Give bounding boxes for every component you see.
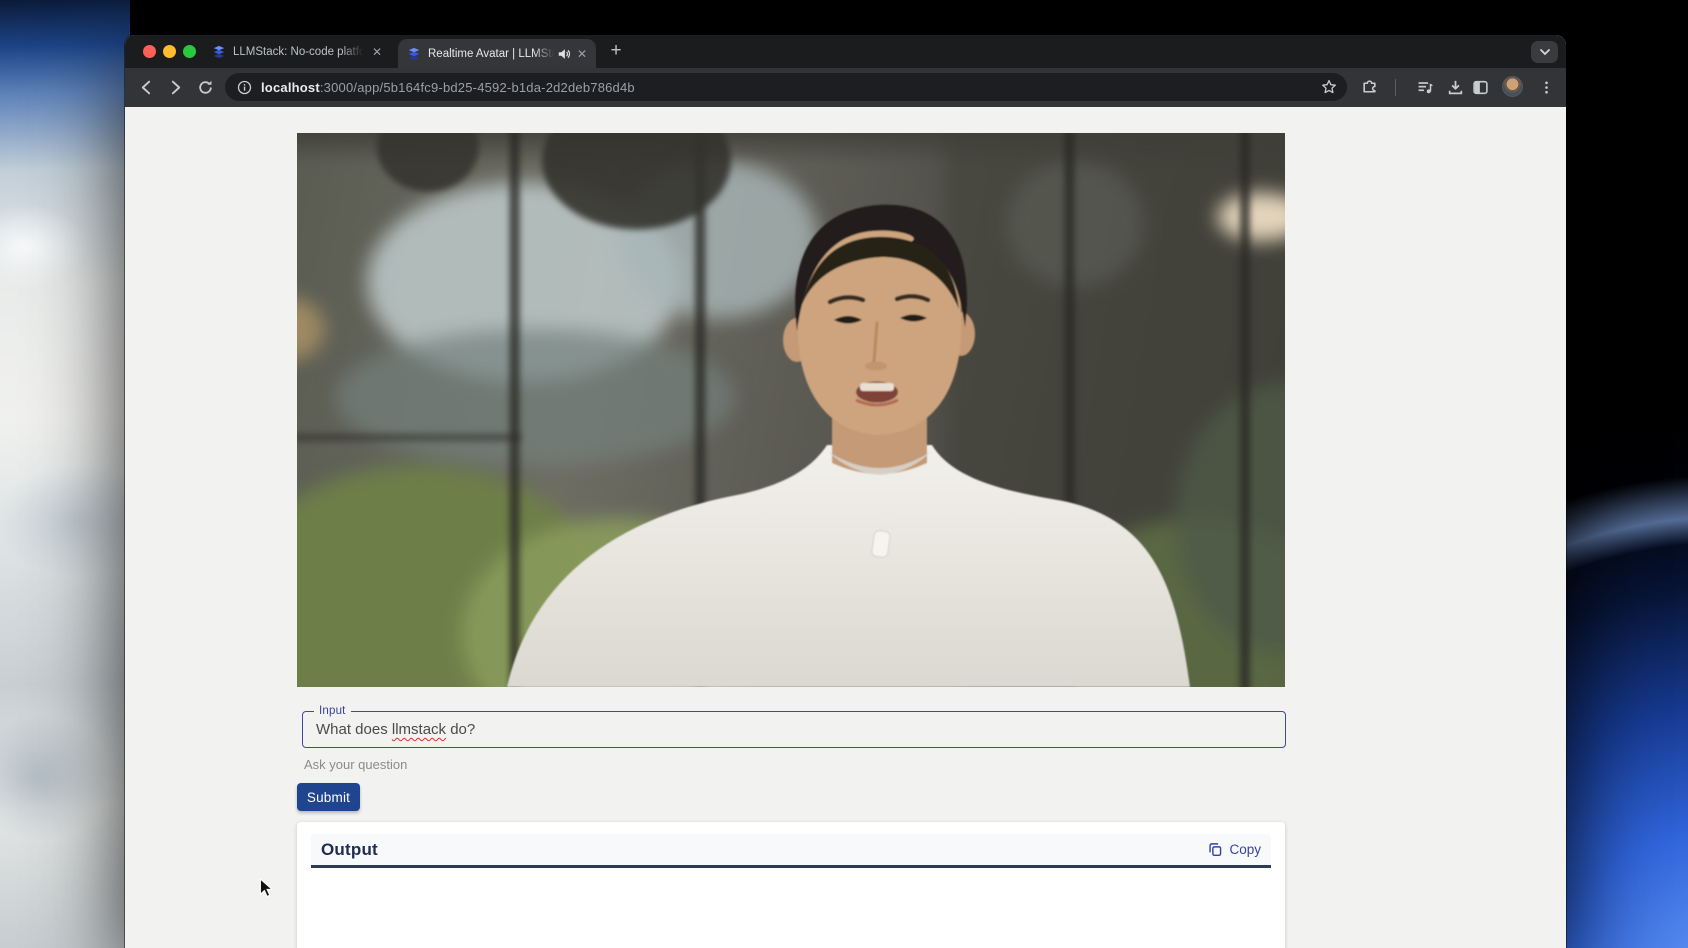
- tab-llmstack-home[interactable]: LLMStack: No-code platform ✕: [203, 35, 391, 68]
- realtime-avatar-video[interactable]: [297, 133, 1285, 687]
- output-card: Output Copy: [297, 822, 1285, 948]
- address-bar[interactable]: localhost:3000/app/5b164fc9-bd25-4592-b1…: [225, 73, 1347, 101]
- close-window-button[interactable]: [143, 45, 156, 58]
- menu-kebab-icon[interactable]: [1534, 75, 1558, 99]
- extensions-icon[interactable]: [1357, 75, 1381, 99]
- input-helper-text: Ask your question: [304, 757, 407, 772]
- tab-overflow-button[interactable]: [1531, 41, 1558, 63]
- tab-title: Realtime Avatar | LLMStac: [428, 48, 557, 60]
- toolbar-separator: [1395, 79, 1396, 96]
- new-tab-button[interactable]: +: [603, 37, 629, 65]
- output-header: Output Copy: [311, 834, 1271, 868]
- reload-button[interactable]: [193, 75, 217, 99]
- question-input[interactable]: Input What does llmstack do?: [302, 711, 1286, 748]
- chevron-down-icon: [1539, 48, 1551, 56]
- tab-realtime-avatar[interactable]: Realtime Avatar | LLMStac ✕: [398, 39, 596, 68]
- submit-button[interactable]: Submit: [297, 783, 360, 811]
- tab-audio-icon[interactable]: [557, 47, 571, 61]
- input-value-misspelled-word: llmstack: [392, 721, 446, 738]
- llmstack-logo-icon: [407, 47, 421, 61]
- output-title: Output: [321, 840, 378, 860]
- profile-avatar[interactable]: [1502, 76, 1523, 97]
- earth-surface-image: [0, 0, 130, 948]
- url-path: :3000/app/5b164fc9-bd25-4592-b1da-2d2deb…: [320, 80, 635, 95]
- download-icon[interactable]: [1443, 75, 1467, 99]
- forward-button[interactable]: [163, 75, 187, 99]
- input-value: What does llmstack do?: [316, 712, 475, 747]
- tab-close-icon[interactable]: ✕: [372, 46, 382, 58]
- url-host: localhost: [261, 80, 320, 95]
- browser-toolbar: localhost:3000/app/5b164fc9-bd25-4592-b1…: [125, 68, 1566, 107]
- site-info-icon[interactable]: [237, 80, 252, 95]
- copy-icon: [1208, 842, 1223, 857]
- llmstack-logo-icon: [212, 45, 226, 59]
- url-text: localhost:3000/app/5b164fc9-bd25-4592-b1…: [261, 80, 635, 95]
- avatar-person: [297, 133, 1285, 687]
- bookmark-star-icon[interactable]: [1321, 79, 1337, 95]
- media-controls-icon[interactable]: [1413, 75, 1437, 99]
- tab-title: LLMStack: No-code platform: [233, 46, 366, 58]
- input-value-suffix: do?: [446, 721, 475, 738]
- app-page: Input What does llmstack do? Ask your qu…: [125, 107, 1566, 948]
- back-button[interactable]: [134, 75, 158, 99]
- zoom-window-button[interactable]: [183, 45, 196, 58]
- copy-button-label: Copy: [1229, 842, 1261, 857]
- side-panel-icon[interactable]: [1468, 75, 1492, 99]
- browser-window: LLMStack: No-code platform ✕ Realtime Av…: [125, 35, 1566, 948]
- traffic-lights: [143, 45, 196, 58]
- input-value-prefix: What does: [316, 721, 392, 738]
- tab-close-icon[interactable]: ✕: [577, 48, 587, 60]
- tab-strip: LLMStack: No-code platform ✕ Realtime Av…: [125, 35, 1566, 68]
- copy-button[interactable]: Copy: [1208, 842, 1261, 857]
- minimize-window-button[interactable]: [163, 45, 176, 58]
- mouse-cursor: [258, 878, 274, 898]
